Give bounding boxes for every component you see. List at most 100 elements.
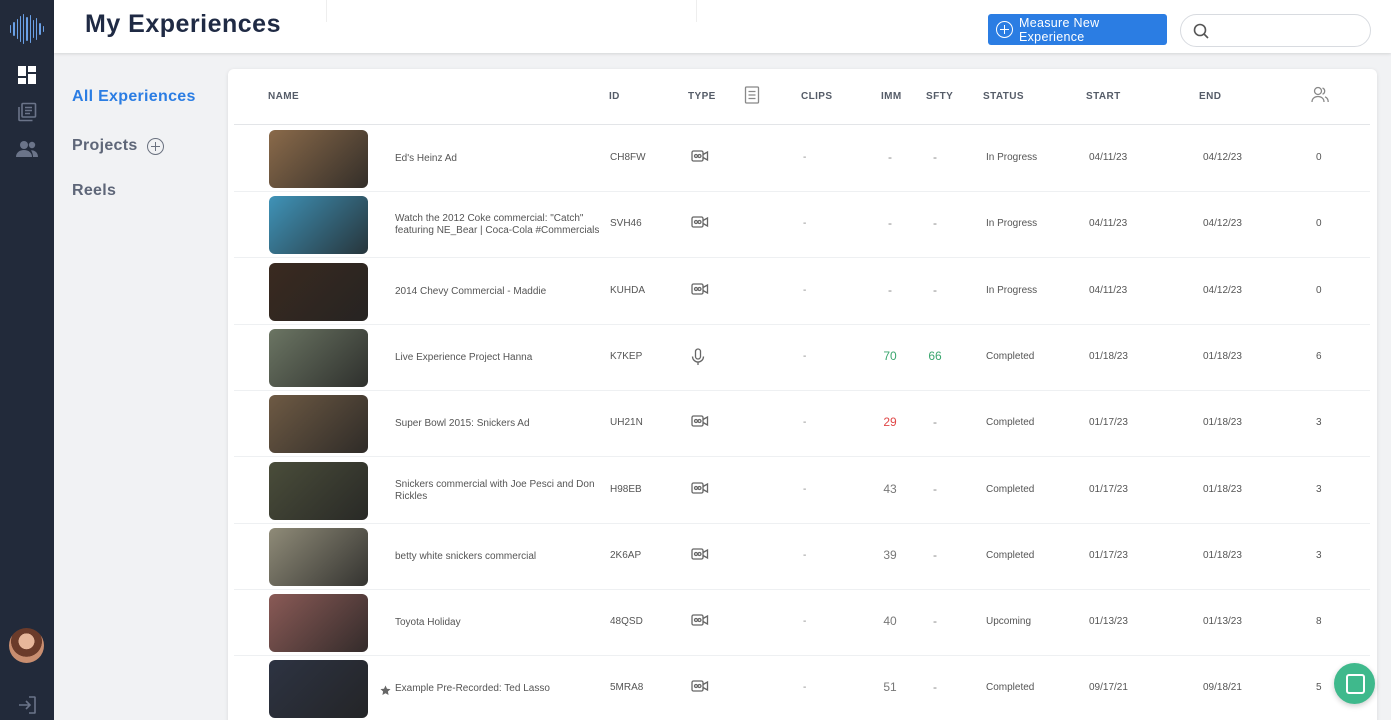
experience-name[interactable]: betty white snickers commercial xyxy=(395,524,600,590)
start-date: 09/17/21 xyxy=(1089,682,1128,694)
video-thumbnail[interactable] xyxy=(269,461,368,520)
imm-value: 29 xyxy=(883,415,897,430)
table-row[interactable]: betty white snickers commercial 2K6AP - 39 -… xyxy=(234,524,1370,590)
measure-new-experience-button[interactable]: Measure New Experience xyxy=(988,14,1167,45)
search-input[interactable] xyxy=(1217,21,1362,41)
participant-count: 6 xyxy=(1316,350,1322,362)
search-box[interactable] xyxy=(1180,14,1371,47)
column-header-sfty[interactable]: SFTY xyxy=(926,91,953,102)
add-project-icon[interactable] xyxy=(147,138,164,155)
clips-value: - xyxy=(803,483,807,495)
video-thumbnail[interactable] xyxy=(269,527,368,586)
end-date: 01/18/23 xyxy=(1203,483,1242,495)
page-title: My Experiences xyxy=(85,10,281,38)
video-thumbnail[interactable] xyxy=(269,196,368,255)
table-row[interactable]: 2014 Chevy Commercial - Maddie KUHDA - - - In… xyxy=(234,259,1370,325)
experience-name[interactable]: 2014 Chevy Commercial - Maddie xyxy=(395,259,600,325)
column-header-clips[interactable]: CLIPS xyxy=(801,91,832,102)
users-icon[interactable] xyxy=(16,138,38,160)
experience-id: 2K6AP xyxy=(610,549,642,561)
participant-count: 0 xyxy=(1316,284,1322,296)
table-row[interactable]: Toyota Holiday 48QSD - 40 - Upcoming 01/13/23 0… xyxy=(234,590,1370,657)
imm-value: 40 xyxy=(883,614,897,629)
video-camera-icon xyxy=(691,215,709,233)
video-thumbnail[interactable] xyxy=(269,262,368,321)
video-camera-icon xyxy=(691,282,709,300)
experience-name[interactable]: Super Bowl 2015: Snickers Ad xyxy=(395,391,600,457)
table-row[interactable]: Watch the 2012 Coke commercial: "Catch" … xyxy=(234,192,1370,259)
sfty-value: - xyxy=(933,680,937,695)
video-thumbnail[interactable] xyxy=(269,130,368,188)
end-date: 01/18/23 xyxy=(1203,417,1242,429)
table-row[interactable]: Snickers commercial with Joe Pesci and D… xyxy=(234,458,1370,524)
experience-name[interactable]: Live Experience Project Hanna xyxy=(395,325,600,391)
experience-name[interactable]: Toyota Holiday xyxy=(395,590,600,656)
left-rail xyxy=(0,0,54,720)
document-icon[interactable] xyxy=(744,86,762,104)
column-header-status[interactable]: STATUS xyxy=(983,91,1024,102)
experience-name[interactable]: Snickers commercial with Joe Pesci and D… xyxy=(395,458,600,524)
table-row[interactable]: Example Pre-Recorded: Ted Lasso 5MRA8 - 51 -… xyxy=(234,656,1370,720)
video-camera-icon xyxy=(691,414,709,432)
clips-value: - xyxy=(803,682,807,694)
dashboard-icon[interactable] xyxy=(16,64,38,86)
column-header-end[interactable]: END xyxy=(1199,91,1221,102)
end-date: 01/13/23 xyxy=(1203,616,1242,628)
participants-icon[interactable] xyxy=(1311,86,1329,104)
experience-name[interactable]: Watch the 2012 Coke commercial: "Catch" … xyxy=(395,192,600,258)
clips-value: - xyxy=(803,218,807,230)
star-icon[interactable] xyxy=(380,683,391,696)
experience-name[interactable]: Ed's Heinz Ad xyxy=(395,126,600,192)
video-camera-icon xyxy=(691,613,709,631)
video-thumbnail[interactable] xyxy=(269,660,368,719)
participant-count: 8 xyxy=(1316,616,1322,628)
column-header-type[interactable]: TYPE xyxy=(688,91,716,102)
logo-waveform-icon[interactable] xyxy=(10,14,44,44)
table-row[interactable]: Ed's Heinz Ad CH8FW - - - In Progress 04/11/23… xyxy=(234,126,1370,192)
column-header-id[interactable]: ID xyxy=(609,91,620,102)
imm-value: - xyxy=(888,150,892,164)
table-header: NAME ID TYPE CLIPS IMM SFTY STATUS START… xyxy=(234,69,1370,125)
status-text: Completed xyxy=(986,417,1035,429)
experience-name[interactable]: Example Pre-Recorded: Ted Lasso xyxy=(395,656,600,720)
video-thumbnail[interactable] xyxy=(269,395,368,454)
experience-id: 5MRA8 xyxy=(610,682,644,694)
experience-id: 48QSD xyxy=(610,616,643,628)
imm-value: 39 xyxy=(883,547,897,562)
status-text: In Progress xyxy=(986,218,1038,230)
imm-value: 43 xyxy=(883,481,897,496)
logout-icon[interactable] xyxy=(17,695,37,715)
participant-count: 0 xyxy=(1316,152,1322,163)
microphone-icon xyxy=(691,348,709,366)
library-icon[interactable] xyxy=(16,101,38,123)
status-text: Upcoming xyxy=(986,616,1032,628)
video-thumbnail[interactable] xyxy=(269,594,368,653)
start-date: 04/11/23 xyxy=(1089,218,1128,230)
imm-value: 70 xyxy=(883,348,897,363)
video-camera-icon xyxy=(691,481,709,499)
column-header-imm[interactable]: IMM xyxy=(881,91,902,102)
chat-icon[interactable] xyxy=(1334,663,1375,704)
table-row[interactable]: Live Experience Project Hanna K7KEP - 70 66 C… xyxy=(234,325,1370,391)
sfty-value: 66 xyxy=(928,348,942,363)
experience-id: SVH46 xyxy=(610,218,642,230)
sfty-value: - xyxy=(933,216,937,231)
start-date: 01/17/23 xyxy=(1089,549,1128,561)
table-row[interactable]: Super Bowl 2015: Snickers Ad UH21N - 29 - Com… xyxy=(234,391,1370,458)
column-header-name[interactable]: NAME xyxy=(268,91,299,102)
experience-id: KUHDA xyxy=(610,284,646,296)
sidebar-item-reels[interactable]: Reels xyxy=(72,182,116,200)
sidebar-item-projects[interactable]: Projects xyxy=(72,137,138,155)
status-text: In Progress xyxy=(986,152,1038,163)
video-thumbnail[interactable] xyxy=(269,328,368,387)
experience-id: CH8FW xyxy=(610,152,646,163)
status-text: Completed xyxy=(986,483,1035,495)
avatar[interactable] xyxy=(9,628,44,663)
status-text: Completed xyxy=(986,350,1035,362)
divider xyxy=(326,0,327,22)
column-header-start[interactable]: START xyxy=(1086,91,1121,102)
end-date: 01/18/23 xyxy=(1203,549,1242,561)
sidebar-item-all-experiences[interactable]: All Experiences xyxy=(72,88,196,106)
status-text: In Progress xyxy=(986,284,1038,296)
experience-id: K7KEP xyxy=(610,350,643,362)
